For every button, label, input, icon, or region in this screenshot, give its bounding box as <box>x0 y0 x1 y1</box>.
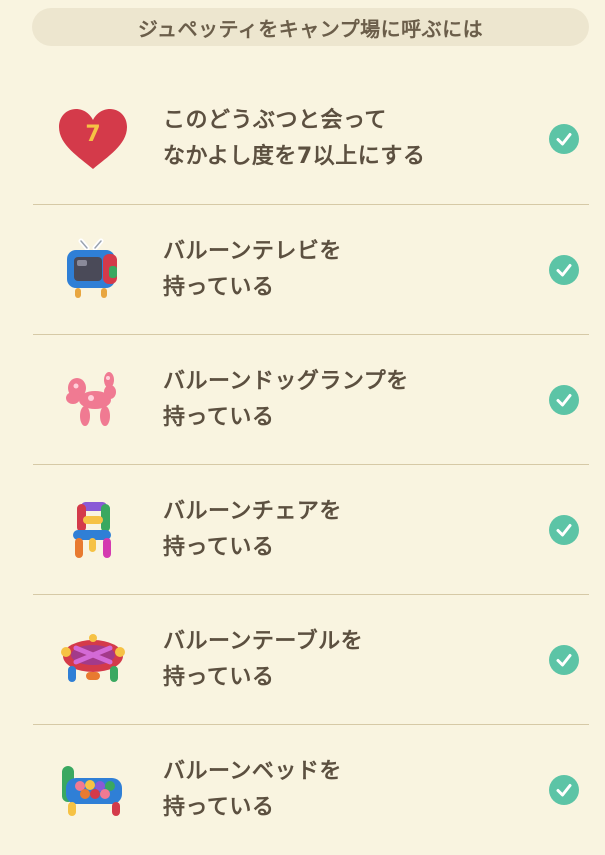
requirement-line1: バルーンテーブルを <box>163 628 364 654</box>
balloon-chair-icon <box>53 490 133 570</box>
balloon-bed-icon <box>53 750 133 830</box>
check-icon <box>549 124 579 154</box>
requirement-text: バルーンチェアを 持っている <box>163 494 342 566</box>
check-icon <box>549 384 579 415</box>
check-icon <box>549 254 579 285</box>
requirement-line2: なかよし度を7以上にする <box>163 144 426 169</box>
requirement-text: バルーンベッドを 持っている <box>163 754 342 826</box>
requirement-line1: バルーンドッグランプを <box>163 368 409 394</box>
list-item: バルーンテーブルを 持っている <box>33 595 589 725</box>
list-item: バルーンチェアを 持っている <box>33 465 589 595</box>
page-title: ジュペッティをキャンプ場に呼ぶには <box>32 8 589 46</box>
balloon-table-icon <box>53 620 133 700</box>
requirement-line2: 持っている <box>163 534 275 560</box>
check-icon <box>549 775 579 805</box>
heart-badge-number: 7 <box>85 122 100 147</box>
list-item: バルーンベッドを 持っている <box>33 725 589 855</box>
balloon-tv-icon <box>53 230 133 310</box>
requirement-text: バルーンテレビを 持っている <box>163 234 342 306</box>
requirement-text: バルーンテーブルを 持っている <box>163 624 363 696</box>
check-icon <box>549 644 579 675</box>
requirement-text: このどうぶつと会って なかよし度を7以上にする <box>163 103 425 175</box>
requirement-line2: 持っている <box>163 274 275 300</box>
list-item: バルーンテレビを 持っている <box>33 205 589 335</box>
check-icon <box>549 514 579 545</box>
requirement-line1: バルーンテレビを <box>163 238 342 264</box>
requirement-line2: 持っている <box>163 795 275 820</box>
balloon-dog-lamp-icon <box>53 360 133 440</box>
requirement-text: バルーンドッグランプを 持っている <box>163 364 409 436</box>
requirement-line2: 持っている <box>163 404 275 430</box>
requirement-line1: バルーンベッドを <box>163 759 342 784</box>
requirement-line2: 持っている <box>163 664 275 690</box>
requirement-list: 7 このどうぶつと会って なかよし度を7以上にする バルーンテレビを 持っている… <box>33 74 589 855</box>
list-item: バルーンドッグランプを 持っている <box>33 335 589 465</box>
requirement-line1: バルーンチェアを <box>163 498 342 524</box>
requirement-line1: このどうぶつと会って <box>163 108 387 133</box>
list-item: 7 このどうぶつと会って なかよし度を7以上にする <box>33 74 589 205</box>
heart-icon: 7 <box>53 99 133 179</box>
